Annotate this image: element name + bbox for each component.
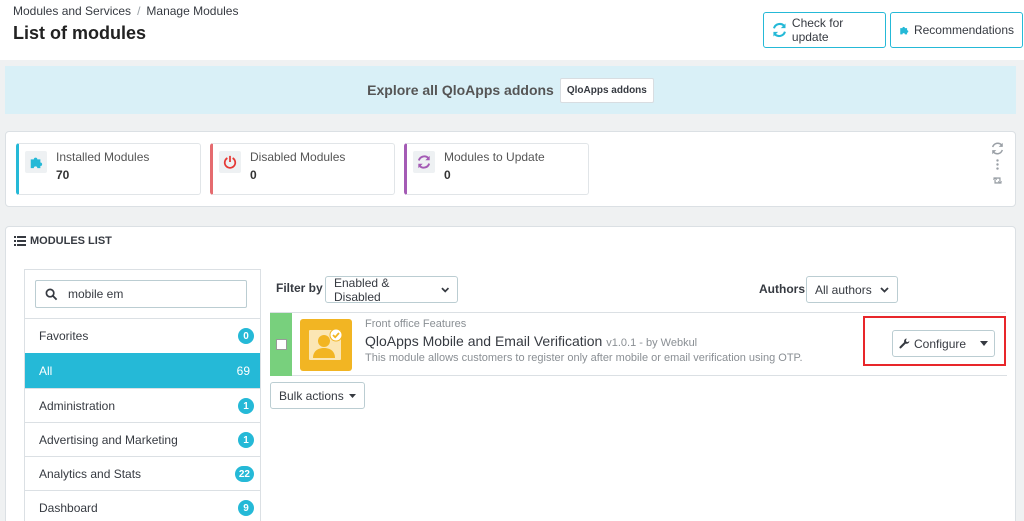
module-stats-panel: Installed Modules 70 Disabled Modules 0 …	[5, 131, 1016, 207]
page-title: List of modules	[13, 23, 147, 43]
module-row: Front office Features QloApps Mobile and…	[270, 313, 1007, 376]
category-label: Favorites	[39, 329, 89, 343]
category-count-badge: 9	[238, 500, 254, 516]
retweet-icon[interactable]	[991, 174, 1004, 187]
chevron-down-icon	[440, 287, 449, 293]
module-version: v1.0.1 - by Webkul	[606, 337, 698, 349]
module-checkbox[interactable]	[275, 339, 287, 350]
refresh-icon	[772, 22, 786, 38]
breadcrumb-current[interactable]: Manage Modules	[146, 4, 238, 18]
puzzle-icon	[25, 151, 47, 173]
module-title: QloApps Mobile and Email Verification v1…	[365, 333, 697, 349]
page-header: Modules and Services / Manage Modules List…	[0, 0, 1024, 60]
configure-button[interactable]: Configure	[892, 330, 995, 357]
modules-list-header: MODULES LIST	[14, 235, 112, 247]
refresh-icon[interactable]	[991, 142, 1004, 155]
category-favorites[interactable]: Favorites 0	[25, 318, 260, 353]
authors-filter-value: All authors	[815, 282, 872, 297]
configure-label: Configure	[914, 336, 967, 351]
disabled-modules-label: Disabled Modules	[250, 150, 346, 164]
search-input[interactable]	[68, 283, 238, 305]
power-icon	[219, 151, 241, 173]
breadcrumb-separator: /	[137, 4, 141, 18]
panel-tools	[989, 142, 1005, 187]
bulk-actions-label: Bulk actions	[279, 388, 344, 403]
category-count-badge: 1	[238, 432, 254, 448]
chevron-down-icon	[880, 286, 889, 293]
recommendations-button[interactable]: Recommendations	[890, 12, 1023, 48]
filter-by-label: Filter by	[276, 281, 323, 295]
caret-down-icon[interactable]	[980, 341, 988, 346]
modules-list-title: MODULES LIST	[30, 235, 112, 247]
search-icon	[36, 281, 66, 307]
addons-banner: Explore all QloApps addons QloApps addon…	[5, 66, 1016, 114]
category-count-badge: 1	[238, 398, 254, 414]
category-count-badge: 22	[234, 466, 254, 482]
caret-down-icon	[348, 393, 356, 398]
module-category: Front office Features	[365, 318, 467, 330]
installed-modules-count: 70	[56, 168, 70, 182]
authors-label: Authors	[759, 282, 805, 296]
category-label: Dashboard	[39, 501, 98, 515]
category-all[interactable]: All 69	[25, 353, 260, 388]
module-search[interactable]	[35, 280, 247, 308]
puzzle-icon	[900, 26, 909, 35]
installed-modules-label: Installed Modules	[56, 150, 150, 164]
status-filter-select[interactable]: Enabled & Disabled	[325, 275, 458, 304]
disabled-modules-count: 0	[250, 168, 257, 182]
more-vertical-icon[interactable]	[991, 158, 1004, 171]
module-status-column	[270, 313, 292, 376]
category-count-badge: 0	[238, 328, 254, 344]
category-analytics-stats[interactable]: Analytics and Stats 22	[25, 456, 260, 491]
refresh-icon	[413, 151, 435, 173]
breadcrumb-parent[interactable]: Modules and Services	[13, 4, 131, 18]
authors-filter-select[interactable]: All authors	[806, 276, 898, 303]
category-label: Advertising and Marketing	[39, 433, 178, 447]
category-dashboard[interactable]: Dashboard 9	[25, 490, 260, 521]
recommendations-label: Recommendations	[913, 23, 1014, 37]
check-for-update-label: Check for update	[791, 16, 844, 44]
module-name: QloApps Mobile and Email Verification	[365, 333, 603, 349]
modules-list-panel: MODULES LIST Favorites 0 All 69 Administ…	[5, 226, 1016, 521]
status-filter-value: Enabled & Disabled	[334, 275, 390, 304]
qloapps-addons-button[interactable]: QloApps addons	[559, 77, 654, 103]
bulk-actions-button[interactable]: Bulk actions	[270, 382, 365, 409]
wrench-icon	[899, 338, 910, 349]
category-advertising-marketing[interactable]: Advertising and Marketing 1	[25, 422, 260, 457]
category-label: All	[39, 364, 53, 378]
modules-to-update-label: Modules to Update	[444, 150, 545, 164]
category-administration[interactable]: Administration 1	[25, 388, 260, 423]
user-verified-icon	[309, 328, 343, 360]
installed-modules-card[interactable]: Installed Modules 70	[16, 143, 201, 195]
addons-text: Explore all QloApps addons	[367, 82, 554, 98]
category-sidebar: Favorites 0 All 69 Administration 1 Adve…	[24, 269, 261, 521]
module-description: This module allows customers to register…	[365, 352, 803, 364]
modules-to-update-card[interactable]: Modules to Update 0	[404, 143, 589, 195]
module-logo	[300, 319, 352, 371]
breadcrumb: Modules and Services / Manage Modules	[13, 4, 238, 18]
modules-to-update-count: 0	[444, 168, 451, 182]
list-icon	[14, 236, 26, 246]
category-label: Administration	[39, 399, 116, 413]
category-label: Analytics and Stats	[39, 467, 142, 481]
check-for-update-button[interactable]: Check for update	[763, 12, 886, 48]
disabled-modules-card[interactable]: Disabled Modules 0	[210, 143, 395, 195]
category-count-badge: 69	[236, 364, 250, 378]
